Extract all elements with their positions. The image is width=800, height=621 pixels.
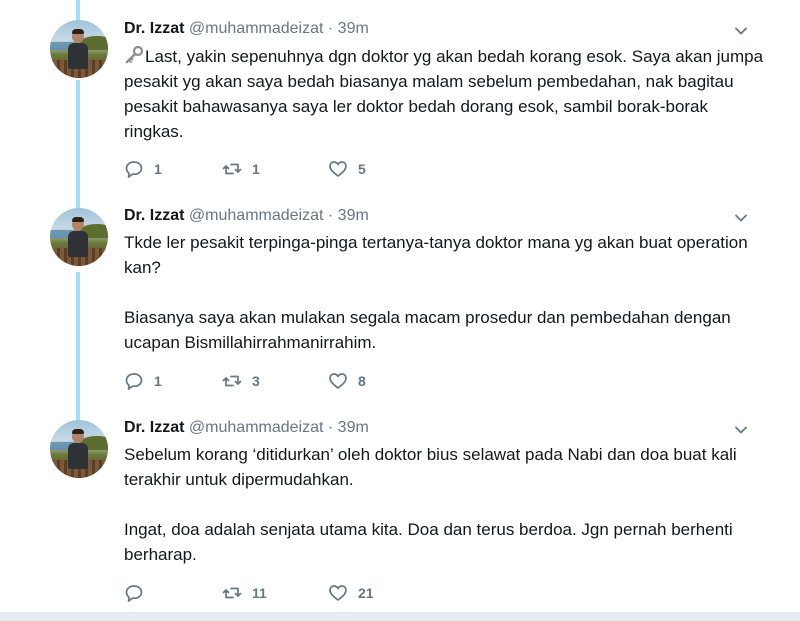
key-icon (125, 45, 144, 64)
user-handle[interactable]: @muhammadeizat (189, 20, 324, 37)
tweet-header: Dr. Izzat @muhammadeizat · 39m (124, 418, 369, 438)
retweet-button[interactable]: 3 (222, 370, 260, 392)
tweet-actions: 1 3 8 (124, 370, 524, 392)
thread-line (76, 272, 80, 408)
retweet-button[interactable]: 11 (222, 582, 267, 604)
chevron-down-icon[interactable] (734, 211, 748, 225)
like-count: 5 (358, 161, 366, 177)
thread-line (76, 80, 80, 196)
separator-dot: · (327, 419, 334, 436)
reply-icon (125, 585, 143, 602)
like-count: 8 (358, 373, 366, 389)
retweet-count: 11 (252, 585, 267, 601)
separator-dot: · (327, 207, 334, 224)
timestamp[interactable]: 39m (338, 20, 369, 37)
chevron-down-icon[interactable] (734, 24, 748, 38)
like-count: 21 (358, 585, 374, 601)
tweet-header: Dr. Izzat @muhammadeizat · 39m (124, 19, 369, 39)
avatar[interactable] (50, 20, 108, 78)
timestamp[interactable]: 39m (338, 419, 369, 436)
avatar[interactable] (50, 208, 108, 266)
tweet-thread: Dr. Izzat @muhammadeizat · 39m Last, yak… (0, 0, 800, 621)
thread-line (76, 408, 80, 420)
reply-icon (125, 373, 143, 390)
thread-line (76, 0, 80, 20)
reply-count: 1 (154, 373, 162, 389)
heart-icon (329, 373, 347, 389)
display-name[interactable]: Dr. Izzat (124, 20, 184, 37)
reply-icon (125, 161, 143, 178)
like-button[interactable]: 5 (328, 158, 366, 180)
timestamp[interactable]: 39m (338, 207, 369, 224)
tweet[interactable]: Dr. Izzat @muhammadeizat · 39m Sebelum k… (0, 408, 800, 612)
retweet-icon (222, 587, 242, 599)
tweet-paragraph: Ingat, doa adalah senjata utama kita. Do… (124, 520, 733, 564)
tweet-text: Last, yakin sepenuhnya dgn doktor yg aka… (124, 44, 764, 144)
display-name[interactable]: Dr. Izzat (124, 207, 184, 224)
like-button[interactable]: 21 (328, 582, 374, 604)
tweet-text: Sebelum korang ‘ditidurkan’ oleh doktor … (124, 442, 764, 567)
retweet-button[interactable]: 1 (222, 158, 260, 180)
tweet-paragraph: Sebelum korang ‘ditidurkan’ oleh doktor … (124, 445, 737, 489)
heart-icon (329, 161, 347, 177)
retweet-icon (222, 375, 242, 387)
display-name[interactable]: Dr. Izzat (124, 419, 184, 436)
tweet-paragraph: Biasanya saya akan mulakan segala macam … (124, 308, 731, 352)
heart-icon (329, 585, 347, 601)
retweet-count: 1 (252, 161, 260, 177)
user-handle[interactable]: @muhammadeizat (189, 207, 324, 224)
retweet-icon (222, 163, 242, 175)
avatar[interactable] (50, 420, 108, 478)
tweet-paragraph: Tkde ler pesakit terpinga-pinga tertanya… (124, 233, 748, 277)
tweet-actions: 11 21 (124, 582, 524, 604)
reply-button[interactable] (124, 582, 154, 604)
retweet-count: 3 (252, 373, 260, 389)
reply-button[interactable]: 1 (124, 370, 162, 392)
reply-button[interactable]: 1 (124, 158, 162, 180)
tweet-text: Tkde ler pesakit terpinga-pinga tertanya… (124, 230, 764, 355)
like-button[interactable]: 8 (328, 370, 366, 392)
separator-dot: · (327, 20, 334, 37)
reply-count: 1 (154, 161, 162, 177)
thread-line (76, 196, 80, 208)
tweet-header: Dr. Izzat @muhammadeizat · 39m (124, 206, 369, 226)
tweet[interactable]: Dr. Izzat @muhammadeizat · 39m Last, yak… (0, 0, 800, 196)
tweet[interactable]: Dr. Izzat @muhammadeizat · 39m Tkde ler … (0, 196, 800, 408)
user-handle[interactable]: @muhammadeizat (189, 419, 324, 436)
tweet-actions: 1 1 5 (124, 158, 524, 180)
tweet-paragraph: Last, yakin sepenuhnya dgn doktor yg aka… (124, 47, 764, 141)
chevron-down-icon[interactable] (734, 423, 748, 437)
